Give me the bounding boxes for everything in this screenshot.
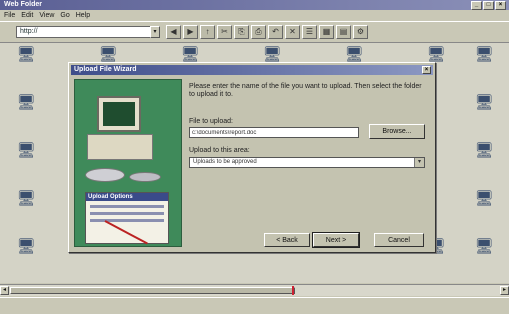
upload-wizard-dialog: Upload File Wizard × Upload Options Plea… <box>68 62 436 253</box>
file-icon[interactable]: 🖥 <box>460 143 508 159</box>
menu-edit[interactable]: Edit <box>21 10 33 21</box>
file-icon[interactable]: 🖥 <box>412 47 460 63</box>
wizard-illustration: Upload Options <box>74 79 182 247</box>
computer-icon: 🖥 <box>180 46 200 63</box>
computer-icon: 🖥 <box>474 238 494 255</box>
window-titlebar: Web Folder _ □ × <box>0 0 509 10</box>
back-button[interactable]: < Back <box>264 233 310 247</box>
panel-line <box>90 205 164 208</box>
disk-icon <box>129 172 161 182</box>
file-icon[interactable]: 🖥 <box>2 47 50 63</box>
toolbar-button-icon[interactable]: ⎘ <box>234 25 249 39</box>
scroll-right-icon[interactable]: ▸ <box>500 286 509 295</box>
toolbar-button-icon[interactable]: ⚙ <box>353 25 368 39</box>
monitor-screen <box>103 102 135 126</box>
file-icon[interactable]: 🖥 <box>84 47 132 63</box>
computer-icon: 🖥 <box>16 46 36 63</box>
upload-options-title: Upload Options <box>86 193 168 201</box>
computer-case-icon <box>87 134 153 160</box>
file-icon[interactable]: 🖥 <box>460 239 508 255</box>
minimize-button[interactable]: _ <box>471 1 482 10</box>
status-bar <box>0 297 509 314</box>
toolbar-button-icon[interactable]: ⎙ <box>251 25 266 39</box>
toolbar-button-icon[interactable]: ▤ <box>336 25 351 39</box>
menu-view[interactable]: View <box>39 10 54 21</box>
file-icon[interactable]: 🖥 <box>2 191 50 207</box>
dialog-close-button[interactable]: × <box>422 66 431 74</box>
file-to-upload-label: File to upload: <box>189 118 233 125</box>
maximize-button[interactable]: □ <box>483 1 494 10</box>
upload-folder-value: Uploads to be approved <box>193 159 257 165</box>
disk-icon <box>85 168 125 182</box>
toolbar-button-icon[interactable]: ↑ <box>200 25 215 39</box>
file-icon[interactable]: 🖥 <box>460 47 508 63</box>
computer-icon: 🖥 <box>474 142 494 159</box>
window-controls: _ □ × <box>471 1 506 10</box>
panel-line <box>90 219 164 222</box>
menu-go[interactable]: Go <box>60 10 69 21</box>
computer-icon: 🖥 <box>474 94 494 111</box>
toolbar-button-icon[interactable]: ↶ <box>268 25 283 39</box>
file-icon[interactable]: 🖥 <box>460 191 508 207</box>
computer-icon: 🖥 <box>16 190 36 207</box>
menu-help[interactable]: Help <box>76 10 90 21</box>
scroll-left-icon[interactable]: ◂ <box>0 286 9 295</box>
dialog-titlebar: Upload File Wizard × <box>71 65 433 75</box>
file-icon[interactable]: 🖥 <box>460 95 508 111</box>
toolbar-button-icon[interactable]: ▶ <box>183 25 198 39</box>
window-title: Web Folder <box>4 1 42 8</box>
chevron-down-icon[interactable]: ▾ <box>414 158 424 167</box>
computer-icon: 🖥 <box>16 94 36 111</box>
panel-line <box>90 212 164 215</box>
file-icon[interactable]: 🖥 <box>2 95 50 111</box>
computer-icon: 🖥 <box>344 46 364 63</box>
toolbar-button-icon[interactable]: ◀ <box>166 25 181 39</box>
toolbar-buttons: ◀ ▶ ↑ ✂ ⎘ ⎙ ↶ ✕ ☰ ▦ ▤ ⚙ <box>166 25 368 39</box>
upload-options-panel: Upload Options <box>85 192 169 244</box>
next-button[interactable]: Next > <box>312 232 360 248</box>
file-icon[interactable]: 🖥 <box>248 47 296 63</box>
file-icon[interactable]: 🖥 <box>2 239 50 255</box>
toolbar-button-icon[interactable]: ☰ <box>302 25 317 39</box>
computer-icon: 🖥 <box>16 142 36 159</box>
file-icon[interactable]: 🖥 <box>330 47 378 63</box>
computer-icon: 🖥 <box>474 190 494 207</box>
horizontal-scrollbar[interactable]: ◂ ▸ <box>0 284 509 296</box>
wizard-instructions: Please enter the name of the file you wa… <box>189 83 422 98</box>
scroll-thumb[interactable] <box>10 287 295 294</box>
upload-folder-select[interactable]: Uploads to be approved ▾ <box>189 157 425 168</box>
toolbar-button-icon[interactable]: ✂ <box>217 25 232 39</box>
file-icon[interactable]: 🖥 <box>166 47 214 63</box>
address-field[interactable]: http:// <box>16 26 156 38</box>
close-button[interactable]: × <box>495 1 506 10</box>
browse-button[interactable]: Browse... <box>369 124 425 139</box>
toolbar-button-icon[interactable]: ▦ <box>319 25 334 39</box>
toolbar: http:// ▾ ◀ ▶ ↑ ✂ ⎘ ⎙ ↶ ✕ ☰ ▦ ▤ ⚙ <box>0 21 509 43</box>
scroll-position-marker <box>292 286 294 295</box>
dialog-title: Upload File Wizard <box>74 66 137 73</box>
computer-icon: 🖥 <box>262 46 282 63</box>
cancel-button[interactable]: Cancel <box>374 233 424 247</box>
menu-file[interactable]: File <box>4 10 15 21</box>
menu-bar: File Edit View Go Help <box>0 10 509 21</box>
computer-icon: 🖥 <box>16 238 36 255</box>
computer-icon: 🖥 <box>474 46 494 63</box>
file-icon[interactable]: 🖥 <box>2 143 50 159</box>
file-path-input[interactable] <box>189 127 359 138</box>
toolbar-button-icon[interactable]: ✕ <box>285 25 300 39</box>
upload-folder-label: Upload to this area: <box>189 147 250 154</box>
address-dropdown-icon[interactable]: ▾ <box>150 26 160 38</box>
computer-monitor-icon <box>97 96 141 132</box>
computer-icon: 🖥 <box>426 46 446 63</box>
computer-icon: 🖥 <box>98 46 118 63</box>
